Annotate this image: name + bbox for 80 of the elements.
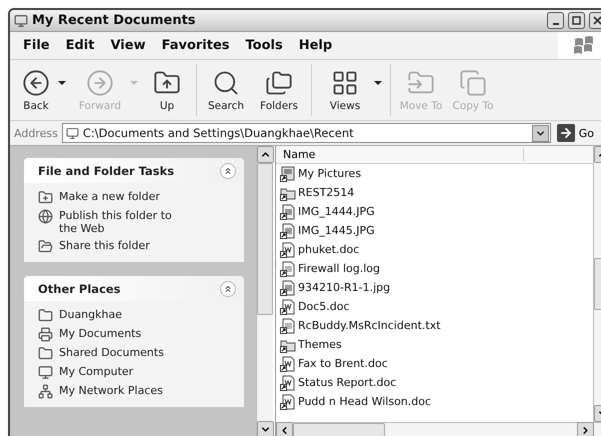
panel-title: Other Places: [38, 282, 121, 296]
shortcut-entry[interactable]: Pudd n Head Wilson.doc: [276, 392, 593, 411]
dropdown-caret-icon[interactable]: [58, 81, 66, 85]
horizontal-scrollbar[interactable]: [276, 422, 601, 436]
double-chevron-up-icon: [223, 166, 233, 176]
double-chevron-up-icon: [223, 284, 233, 294]
folder-icon: [38, 308, 53, 323]
dropdown-button[interactable]: [532, 124, 549, 142]
menu-item[interactable]: Edit: [58, 36, 102, 55]
task-link[interactable]: My Computer: [38, 365, 236, 380]
shortcut-entry[interactable]: Doc5.doc: [276, 297, 593, 316]
network-icon: [38, 384, 53, 399]
panel-title: File and Folder Tasks: [38, 164, 174, 178]
task-link[interactable]: Publish this folder to the Web: [38, 209, 236, 235]
folders-icon: [265, 68, 293, 96]
folder-up-icon: [153, 68, 181, 96]
toolbar-button[interactable]: Search: [201, 66, 251, 114]
shortcut-entry[interactable]: IMG_1444.JPG: [276, 202, 593, 221]
close-icon: [593, 16, 601, 25]
address-label: Address: [14, 126, 58, 140]
shortcut-entry[interactable]: RcBuddy.MsRcIncident.txt: [276, 316, 593, 335]
flag-logo-icon: [573, 36, 595, 56]
shortcut-entry[interactable]: IMG_1445.JPG: [276, 221, 593, 240]
grid-icon: [331, 68, 359, 96]
image-shortcut-icon: [280, 222, 296, 238]
dropdown-caret-icon[interactable]: [374, 81, 382, 85]
task-link[interactable]: Share this folder: [38, 239, 236, 254]
vertical-scrollbar[interactable]: [256, 146, 273, 436]
document-shortcut-icon: [280, 374, 296, 390]
arrow-right-icon: [558, 126, 573, 140]
task-link[interactable]: Duangkhae: [38, 308, 236, 323]
minimize-button[interactable]: [547, 12, 564, 29]
document-shortcut-icon: [280, 394, 296, 410]
menu-item[interactable]: Tools: [238, 36, 290, 55]
pictures-shortcut-icon: [280, 166, 296, 182]
shortcut-entry[interactable]: 934210-R1-1.jpg: [276, 278, 593, 297]
computer-icon: [38, 365, 53, 380]
menu-item[interactable]: Help: [292, 36, 340, 55]
shortcut-entry[interactable]: My Pictures: [276, 164, 593, 183]
copy-icon: [459, 68, 487, 96]
image-shortcut-icon: [280, 204, 296, 220]
task-link[interactable]: My Network Places: [38, 384, 236, 399]
shortcut-entry[interactable]: Firewall log.log: [276, 259, 593, 278]
globe-icon: [38, 209, 53, 224]
document-shortcut-icon: [280, 242, 296, 258]
shortcut-entry[interactable]: Themes: [276, 335, 593, 354]
go-button[interactable]: Go: [554, 124, 601, 142]
document-shortcut-icon: [280, 356, 296, 372]
task-link[interactable]: My Documents: [38, 327, 236, 342]
menu-item[interactable]: File: [16, 36, 57, 55]
maximize-icon: [572, 16, 581, 25]
shortcut-entry[interactable]: Status Report.doc: [276, 373, 593, 392]
scroll-thumb[interactable]: [293, 423, 385, 436]
menu-item[interactable]: View: [103, 36, 153, 55]
toolbar-button[interactable]: Views: [316, 66, 374, 114]
search-icon: [212, 68, 240, 96]
menu-item[interactable]: Favorites: [154, 36, 237, 55]
task-link[interactable]: Shared Documents: [38, 346, 236, 361]
shortcut-entry[interactable]: REST2514: [276, 183, 593, 202]
maximize-button[interactable]: [568, 12, 585, 29]
toolbar-button[interactable]: Folders: [251, 66, 307, 114]
new-folder-icon: [38, 190, 53, 205]
collapse-button[interactable]: [220, 280, 236, 296]
folder-icon: [38, 239, 53, 254]
image-shortcut-icon: [280, 280, 296, 296]
document-shortcut-icon: [280, 298, 296, 314]
text-shortcut-icon: [280, 260, 296, 276]
window-title: My Recent Documents: [32, 13, 197, 28]
close-button[interactable]: [589, 12, 601, 29]
toolbar-button[interactable]: Back: [14, 66, 58, 114]
scroll-thumb[interactable]: [257, 163, 273, 315]
toolbar-button[interactable]: Up: [142, 66, 192, 114]
folder-icon: [38, 346, 53, 361]
minimize-icon: [552, 22, 558, 24]
address-field[interactable]: C:\Documents and Settings\Duangkhae\Recent: [62, 123, 551, 143]
text-shortcut-icon: [280, 318, 296, 334]
task-link[interactable]: Make a new folder: [38, 190, 236, 205]
shortcut-entry[interactable]: Fax to Brent.doc: [276, 354, 593, 373]
collapse-button[interactable]: [220, 162, 236, 178]
shortcut-entry[interactable]: phuket.doc: [276, 240, 593, 259]
